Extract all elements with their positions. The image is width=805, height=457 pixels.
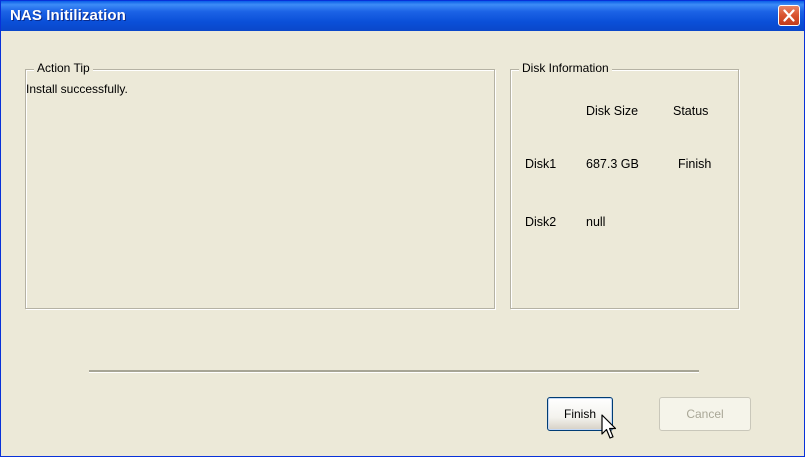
progress-divider <box>89 370 699 373</box>
disk2-label: Disk2 <box>525 215 557 229</box>
action-tip-message: Install successfully. <box>26 82 128 96</box>
action-tip-legend: Action Tip <box>34 61 93 75</box>
cancel-button: Cancel <box>659 397 751 431</box>
column-header-disk-size: Disk Size <box>586 104 639 118</box>
window-title: NAS Initilization <box>10 7 126 24</box>
disk1-size: 687.3 GB <box>586 157 639 171</box>
close-icon <box>783 9 795 22</box>
dialog-window: NAS Initilization Action Tip Install suc… <box>0 0 805 457</box>
disk-information-group: Disk Information Disk Size Status Disk1 … <box>510 61 739 309</box>
column-header-status: Status <box>673 104 709 118</box>
action-tip-group: Action Tip Install successfully. <box>25 61 495 309</box>
disk1-status: Finish <box>678 157 712 171</box>
disk1-label: Disk1 <box>525 157 557 171</box>
title-bar[interactable]: NAS Initilization <box>1 1 804 31</box>
disk2-size: null <box>586 215 606 229</box>
mouse-pointer-icon <box>601 414 617 439</box>
disk-information-legend: Disk Information <box>519 61 612 75</box>
close-button[interactable] <box>778 5 800 26</box>
